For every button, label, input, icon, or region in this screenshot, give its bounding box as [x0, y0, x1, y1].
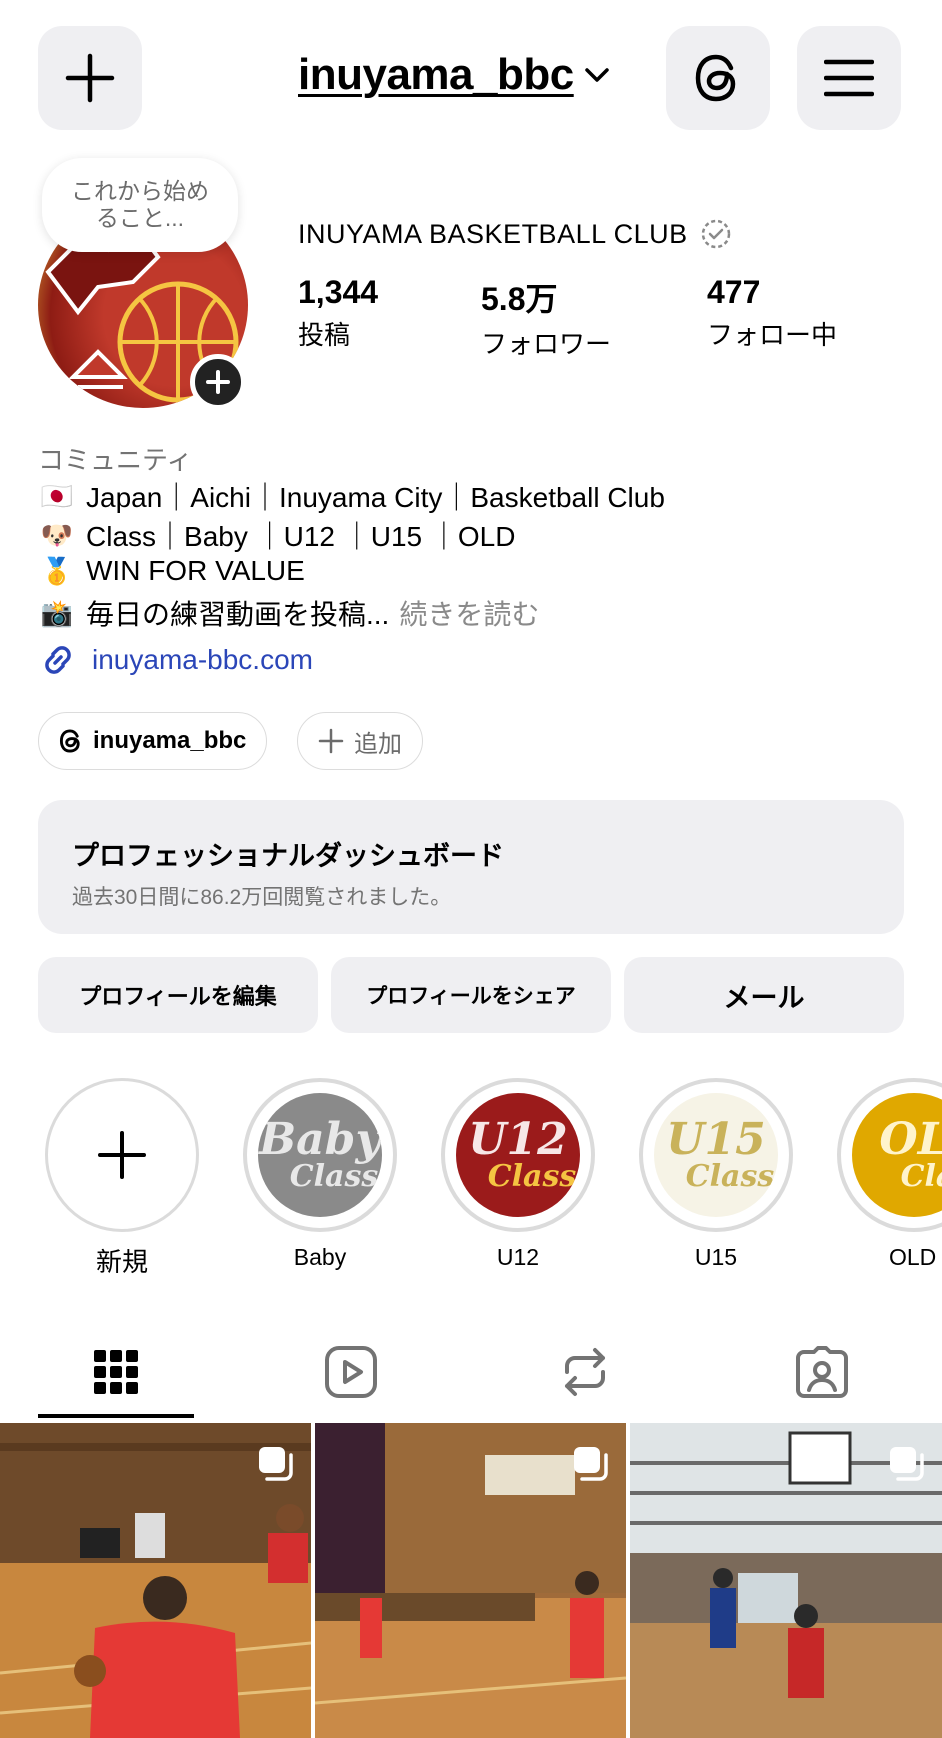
full-name: INUYAMA BASKETBALL CLUB: [298, 218, 688, 249]
post-thumbnail[interactable]: [315, 1423, 626, 1738]
bio-line: 🇯🇵 Japan｜Aichi｜Inuyama City｜Basketball C…: [38, 476, 665, 516]
bio-text: WIN FOR VALUE: [86, 555, 305, 586]
highlight-baby[interactable]: Baby Class Baby: [243, 1078, 397, 1271]
highlight-new[interactable]: 新規: [45, 1078, 199, 1279]
profile-category: コミュニティ: [38, 445, 193, 475]
stat-value: 477: [707, 274, 761, 310]
stat-posts[interactable]: 1,344 投稿: [298, 274, 378, 352]
post-thumbnail[interactable]: [0, 1423, 311, 1738]
create-button[interactable]: [38, 26, 142, 130]
stat-label: 投稿: [298, 320, 351, 350]
bio-text: Japan｜Aichi｜Inuyama City｜Basketball Club: [86, 482, 665, 513]
plus-icon: [98, 1131, 146, 1179]
link-text: inuyama-bbc.com: [92, 644, 313, 675]
bio-text: 毎日の練習動画を投稿...: [86, 599, 390, 630]
reels-icon: [325, 1346, 377, 1398]
add-story-button[interactable]: [190, 354, 246, 410]
email-button[interactable]: メール: [624, 957, 904, 1033]
highlight-cover: Baby Class: [258, 1093, 382, 1217]
chip-label: 追加: [354, 730, 402, 758]
highlight-old[interactable]: OLCla OLD: [837, 1078, 942, 1271]
profile-tabs: [0, 1316, 942, 1422]
highlight-label: 新規: [95, 1247, 148, 1277]
threads-profile-chip[interactable]: inuyama_bbc: [38, 712, 268, 770]
verified-badge-icon: [701, 219, 730, 249]
multiple-posts-icon: [890, 1447, 924, 1481]
highlight-label: Baby: [293, 1244, 347, 1270]
dashboard-subtitle: 過去30日間に86.2万回閲覧されました。: [72, 886, 452, 909]
highlight-u12[interactable]: U12 Class U12: [441, 1078, 595, 1271]
plus-icon: [206, 370, 230, 394]
tab-tagged[interactable]: [790, 1340, 854, 1404]
tab-reels[interactable]: [319, 1340, 383, 1404]
highlight-cover: U12 Class: [456, 1093, 580, 1217]
top-bar: inuyama_bbc: [0, 0, 942, 150]
grid-icon: [94, 1350, 138, 1394]
read-more-link[interactable]: 続きを読む: [399, 593, 539, 633]
dashboard-title: プロフェッショナルダッシュボード: [72, 841, 504, 871]
highlight-label: U15: [694, 1244, 738, 1270]
post-grid: [0, 1423, 942, 1738]
account-switcher[interactable]: inuyama_bbc: [298, 50, 610, 100]
multiple-posts-icon: [259, 1447, 293, 1481]
camera-flash-icon: 📸: [40, 597, 74, 628]
add-link-chip[interactable]: 追加: [297, 712, 423, 770]
dog-face-icon: 🐶: [40, 519, 74, 550]
edit-profile-button[interactable]: プロフィールを編集: [38, 957, 318, 1033]
username: inuyama_bbc: [298, 50, 574, 99]
threads-button[interactable]: [666, 26, 770, 130]
tab-reposts[interactable]: [553, 1340, 617, 1404]
threads-icon: [59, 729, 80, 753]
note-bubble[interactable]: これから始めること...: [42, 158, 238, 252]
bio-line: 🐶 Class｜Baby ｜U12 ｜U15 ｜OLD: [38, 515, 516, 555]
stat-value: 5.8万: [481, 281, 558, 317]
stat-value: 1,344: [298, 274, 379, 310]
stat-followers[interactable]: 5.8万 フォロワー: [481, 274, 611, 361]
plus-icon: [318, 728, 344, 754]
multiple-posts-icon: [574, 1447, 608, 1481]
hamburger-menu-icon: [824, 59, 874, 97]
bio-line: 📸 毎日の練習動画を投稿... 続きを読む: [38, 593, 540, 633]
highlight-cover: U15 Class: [654, 1093, 778, 1217]
japan-flag-icon: 🇯🇵: [40, 480, 74, 511]
post-thumbnail[interactable]: [630, 1423, 942, 1738]
medal-icon: 🥇: [40, 555, 74, 586]
profile-name-row: INUYAMA BASKETBALL CLUB: [298, 218, 732, 250]
professional-dashboard-card[interactable]: プロフェッショナルダッシュボード 過去30日間に86.2万回閲覧されました。: [38, 800, 904, 934]
chip-label: inuyama_bbc: [93, 727, 247, 754]
highlight-cover: OLCla: [852, 1093, 942, 1217]
profile-link[interactable]: inuyama-bbc.com: [38, 640, 313, 680]
tab-posts[interactable]: [84, 1340, 148, 1404]
threads-icon: [695, 54, 736, 102]
highlight-label: OLD: [889, 1244, 937, 1270]
active-tab-indicator: [38, 1414, 194, 1418]
chevron-down-icon: [584, 68, 609, 82]
stat-label: フォロワー: [481, 329, 612, 359]
repost-icon: [565, 1348, 605, 1396]
menu-button[interactable]: [797, 26, 901, 130]
plus-icon: [65, 53, 115, 103]
highlight-u15[interactable]: U15 Class U15: [639, 1078, 793, 1271]
highlight-label: U12: [496, 1244, 540, 1270]
share-profile-button[interactable]: プロフィールをシェア: [331, 957, 611, 1033]
stat-label: フォロー中: [707, 320, 838, 350]
stat-following[interactable]: 477 フォロー中: [707, 274, 837, 352]
bio-text: Class｜Baby ｜U12 ｜U15 ｜OLD: [86, 521, 516, 552]
link-icon: [45, 646, 71, 674]
bio-line: 🥇 WIN FOR VALUE: [38, 554, 305, 588]
tagged-person-icon: [796, 1346, 848, 1398]
